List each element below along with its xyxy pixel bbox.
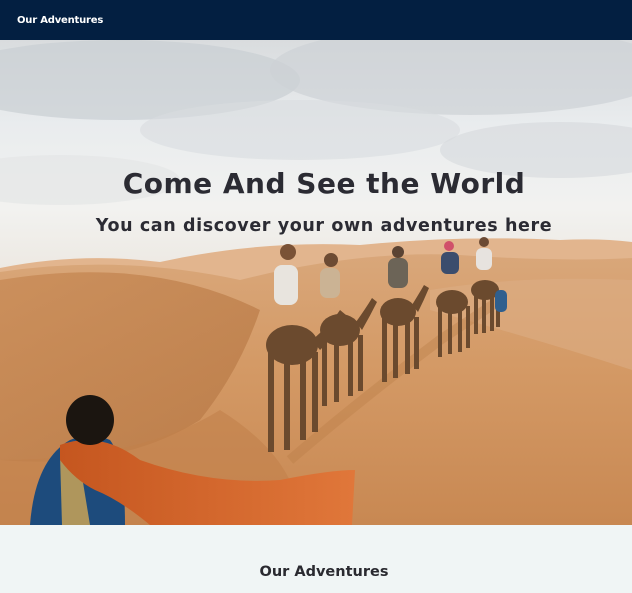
hero-banner: Come And See the World You can discover … [0, 40, 632, 525]
hero-subtitle: You can discover your own adventures her… [95, 216, 553, 236]
top-navbar: Our Adventures [0, 0, 632, 40]
adventures-section: Our Adventures [0, 525, 632, 593]
hero-title: Come And See the World [122, 167, 526, 200]
hero-background-image [0, 40, 632, 525]
section-title: Our Adventures [259, 564, 389, 580]
nav-link-our-adventures[interactable]: Our Adventures [17, 15, 103, 26]
